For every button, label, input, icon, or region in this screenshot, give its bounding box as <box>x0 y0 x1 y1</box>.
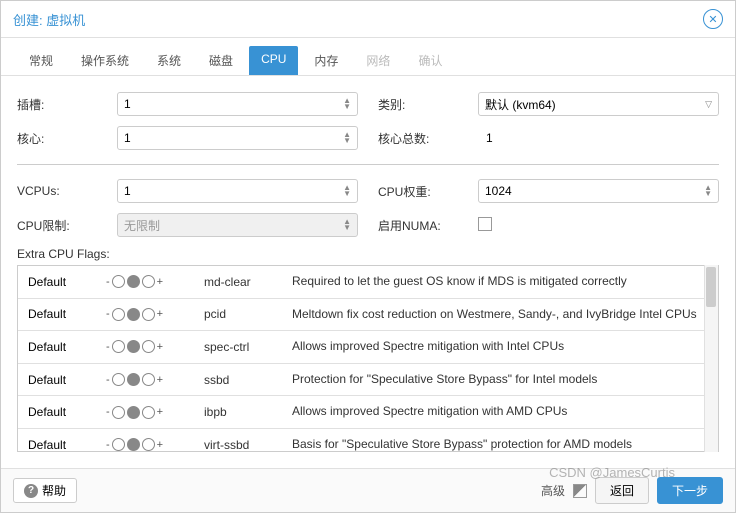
help-icon: ? <box>24 484 38 498</box>
scrollbar[interactable] <box>704 265 718 452</box>
flag-row: Default - + ibpb Allows improved Spectre mi… <box>18 396 718 429</box>
tab-内存[interactable]: 内存 <box>302 46 350 75</box>
back-button[interactable]: 返回 <box>595 477 649 504</box>
flag-name: ssbd <box>204 373 284 387</box>
flag-toggle[interactable]: - + <box>106 308 196 321</box>
tab-content: 插槽: 1▲▼ 类别: 默认 (kvm64)▽ 核心: 1▲▼ 核心总数: 1 … <box>1 76 735 468</box>
flag-description: Allows improved Spectre mitigation with … <box>292 404 708 420</box>
flag-name: md-clear <box>204 275 284 289</box>
flag-name: virt-ssbd <box>204 438 284 452</box>
create-vm-dialog: 创建: 虚拟机 ✕ 常规操作系统系统磁盘CPU内存网络确认 插槽: 1▲▼ 类别… <box>0 0 736 513</box>
vcpus-label: VCPUs: <box>17 184 97 198</box>
type-select[interactable]: 默认 (kvm64)▽ <box>478 92 719 116</box>
tab-操作系统[interactable]: 操作系统 <box>69 46 141 75</box>
flag-name: spec-ctrl <box>204 340 284 354</box>
toggle-on-icon[interactable] <box>142 406 155 419</box>
flag-row: Default - + spec-ctrl Allows improved Spect… <box>18 331 718 364</box>
wizard-tabs: 常规操作系统系统磁盘CPU内存网络确认 <box>1 38 735 76</box>
total-cores-value: 1 <box>478 131 719 145</box>
flag-row: Default - + virt-ssbd Basis for "Speculativ… <box>18 429 718 452</box>
help-button[interactable]: ? 帮助 <box>13 478 77 503</box>
flag-status: Default <box>28 275 98 289</box>
cpu-weight-input[interactable]: 1024▲▼ <box>478 179 719 203</box>
spinner-arrows-icon[interactable]: ▲▼ <box>343 185 351 197</box>
chevron-down-icon: ▽ <box>705 99 712 110</box>
dialog-footer: ? 帮助 高级 返回 下一步 <box>1 468 735 512</box>
toggle-default-icon[interactable] <box>127 373 140 386</box>
toggle-on-icon[interactable] <box>142 438 155 451</box>
tab-系统[interactable]: 系统 <box>145 46 193 75</box>
flag-toggle[interactable]: - + <box>106 340 196 353</box>
toggle-default-icon[interactable] <box>127 308 140 321</box>
dialog-header: 创建: 虚拟机 ✕ <box>1 1 735 38</box>
flag-name: pcid <box>204 307 284 321</box>
spinner-arrows-icon[interactable]: ▲▼ <box>704 185 712 197</box>
dialog-title: 创建: 虚拟机 <box>13 10 85 29</box>
cpu-limit-label: CPU限制: <box>17 217 97 234</box>
flag-row: Default - + md-clear Required to let the gu… <box>18 266 718 299</box>
flag-toggle[interactable]: - + <box>106 373 196 386</box>
tab-网络: 网络 <box>354 46 402 75</box>
cpu-form-advanced: VCPUs: 1▲▼ CPU权重: 1024▲▼ CPU限制: 无限制▲▼ 启用… <box>17 179 719 237</box>
cores-label: 核心: <box>17 130 97 147</box>
numa-label: 启用NUMA: <box>378 217 458 234</box>
toggle-default-icon[interactable] <box>127 438 140 451</box>
toggle-default-icon[interactable] <box>127 275 140 288</box>
type-label: 类别: <box>378 96 458 113</box>
flag-status: Default <box>28 405 98 419</box>
toggle-on-icon[interactable] <box>142 275 155 288</box>
toggle-on-icon[interactable] <box>142 308 155 321</box>
flag-toggle[interactable]: - + <box>106 406 196 419</box>
divider <box>17 164 719 165</box>
spinner-arrows-icon[interactable]: ▲▼ <box>343 132 351 144</box>
toggle-off-icon[interactable] <box>112 308 125 321</box>
flag-description: Basis for "Speculative Store Bypass" pro… <box>292 437 708 452</box>
flag-row: Default - + pcid Meltdown fix cost reductio… <box>18 299 718 332</box>
flag-status: Default <box>28 373 98 387</box>
toggle-off-icon[interactable] <box>112 438 125 451</box>
flags-header: Extra CPU Flags: <box>17 247 719 261</box>
spinner-arrows-icon[interactable]: ▲▼ <box>343 219 351 231</box>
flag-toggle[interactable]: - + <box>106 275 196 288</box>
tab-常规[interactable]: 常规 <box>17 46 65 75</box>
flag-description: Meltdown fix cost reduction on Westmere,… <box>292 307 708 323</box>
cpu-flags-table: Default - + md-clear Required to let the gu… <box>17 265 719 452</box>
sockets-label: 插槽: <box>17 96 97 113</box>
toggle-off-icon[interactable] <box>112 275 125 288</box>
vcpus-input[interactable]: 1▲▼ <box>117 179 358 203</box>
advanced-checkbox[interactable] <box>573 484 587 498</box>
flag-status: Default <box>28 438 98 452</box>
tab-磁盘[interactable]: 磁盘 <box>197 46 245 75</box>
flag-description: Protection for "Speculative Store Bypass… <box>292 372 708 388</box>
cpu-limit-input[interactable]: 无限制▲▼ <box>117 213 358 237</box>
numa-checkbox[interactable] <box>478 217 492 231</box>
toggle-off-icon[interactable] <box>112 406 125 419</box>
cpu-form-top: 插槽: 1▲▼ 类别: 默认 (kvm64)▽ 核心: 1▲▼ 核心总数: 1 <box>17 92 719 150</box>
flag-name: ibpb <box>204 405 284 419</box>
flag-description: Required to let the guest OS know if MDS… <box>292 274 708 290</box>
sockets-input[interactable]: 1▲▼ <box>117 92 358 116</box>
close-icon[interactable]: ✕ <box>703 9 723 29</box>
toggle-on-icon[interactable] <box>142 340 155 353</box>
toggle-default-icon[interactable] <box>127 340 140 353</box>
toggle-off-icon[interactable] <box>112 373 125 386</box>
total-cores-label: 核心总数: <box>378 130 458 147</box>
toggle-on-icon[interactable] <box>142 373 155 386</box>
flag-description: Allows improved Spectre mitigation with … <box>292 339 708 355</box>
flag-status: Default <box>28 340 98 354</box>
toggle-default-icon[interactable] <box>127 406 140 419</box>
cpu-weight-label: CPU权重: <box>378 183 458 200</box>
spinner-arrows-icon[interactable]: ▲▼ <box>343 98 351 110</box>
scrollbar-thumb[interactable] <box>706 267 716 307</box>
flag-toggle[interactable]: - + <box>106 438 196 451</box>
next-button[interactable]: 下一步 <box>657 477 723 504</box>
flag-row: Default - + ssbd Protection for "Speculativ… <box>18 364 718 397</box>
toggle-off-icon[interactable] <box>112 340 125 353</box>
tab-CPU[interactable]: CPU <box>249 46 298 75</box>
flag-status: Default <box>28 307 98 321</box>
advanced-label: 高级 <box>541 482 565 499</box>
cores-input[interactable]: 1▲▼ <box>117 126 358 150</box>
tab-确认: 确认 <box>406 46 454 75</box>
